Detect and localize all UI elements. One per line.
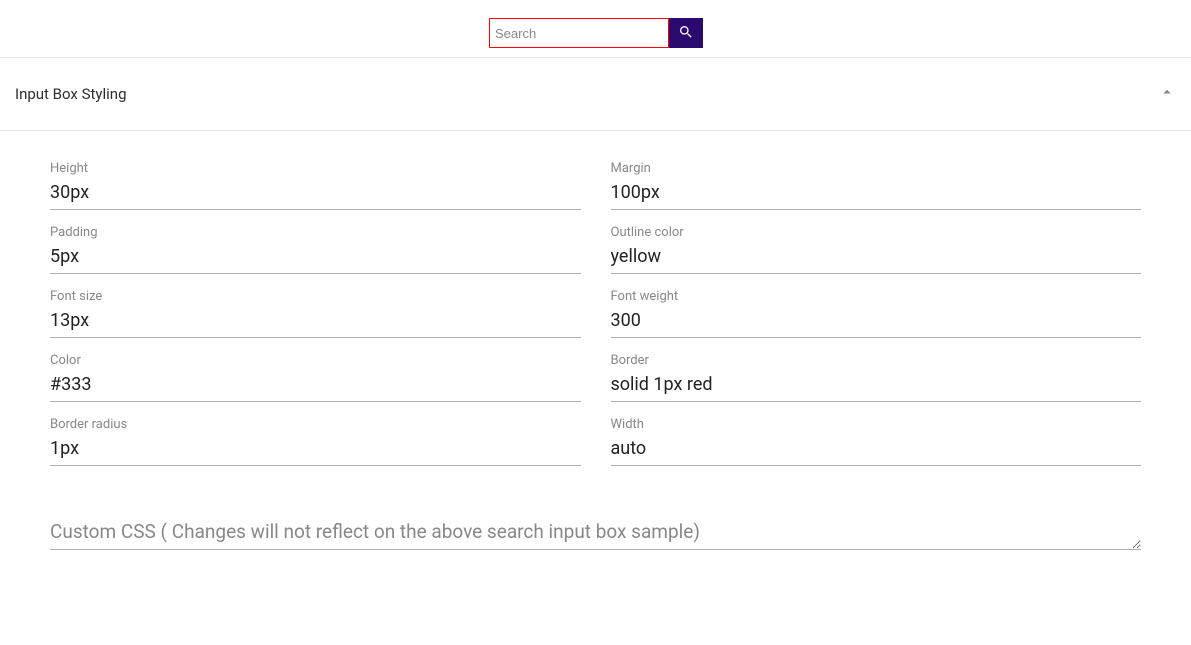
search-wrap (489, 18, 703, 48)
panel-body: Height Margin Padding Outline color Font… (0, 131, 1191, 564)
outline-color-input[interactable] (611, 242, 1142, 274)
font-size-label: Font size (50, 289, 581, 304)
width-input[interactable] (611, 434, 1142, 466)
panel-header-input-box-styling[interactable]: Input Box Styling (0, 58, 1191, 131)
margin-input[interactable] (611, 178, 1142, 210)
panel-title: Input Box Styling (15, 85, 127, 103)
height-input[interactable] (50, 178, 581, 210)
color-label: Color (50, 353, 581, 368)
border-input[interactable] (611, 370, 1142, 402)
search-input[interactable] (489, 18, 669, 48)
border-radius-input[interactable] (50, 434, 581, 466)
width-label: Width (611, 417, 1142, 432)
custom-css-textarea[interactable] (50, 516, 1141, 550)
padding-input[interactable] (50, 242, 581, 274)
chevron-up-icon (1158, 83, 1176, 105)
border-label: Border (611, 353, 1142, 368)
color-input[interactable] (50, 370, 581, 402)
height-label: Height (50, 161, 581, 176)
outline-color-label: Outline color (611, 225, 1142, 240)
border-radius-label: Border radius (50, 417, 581, 432)
font-size-input[interactable] (50, 306, 581, 338)
margin-label: Margin (611, 161, 1142, 176)
top-bar (0, 0, 1191, 58)
font-weight-input[interactable] (611, 306, 1142, 338)
search-button[interactable] (669, 18, 703, 48)
padding-label: Padding (50, 225, 581, 240)
font-weight-label: Font weight (611, 289, 1142, 304)
search-icon (678, 24, 694, 43)
